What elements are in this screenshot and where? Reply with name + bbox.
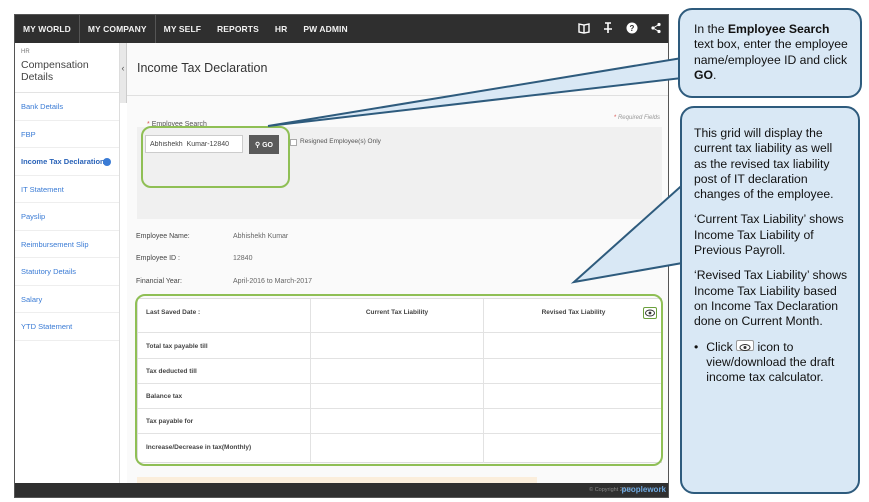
- callout1-pointer: [267, 56, 683, 127]
- callout2-bullet-text: Click icon to view/download the draft in…: [706, 339, 848, 386]
- employee-search-callout: In the Employee Search text box, enter t…: [678, 8, 862, 98]
- callout1-bold-go: GO: [694, 67, 713, 82]
- callout2-paragraph-1: This grid will display the current tax l…: [694, 126, 834, 202]
- callout2-pointer: [570, 177, 689, 284]
- callout1-prefix: In the: [694, 22, 728, 36]
- callout1-bold-search: Employee Search: [727, 22, 830, 36]
- eye-icon: [736, 339, 755, 351]
- callout2-bullet: • Click icon to view/download the draft …: [694, 339, 848, 386]
- bullet-text-pre: Click: [706, 339, 733, 354]
- callout2-paragraph-3: ‘Revised Tax Liability’ shows Income Tax…: [694, 268, 848, 329]
- tax-grid-callout: This grid will display the current tax l…: [680, 106, 860, 494]
- callout1-suffix: .: [712, 67, 717, 82]
- callout2-paragraph-2: ‘Current Tax Liability’ shows Income Tax…: [694, 212, 844, 258]
- bullet-marker: •: [694, 339, 699, 354]
- callout1-middle: text box, enter the employee name/employ…: [694, 37, 848, 67]
